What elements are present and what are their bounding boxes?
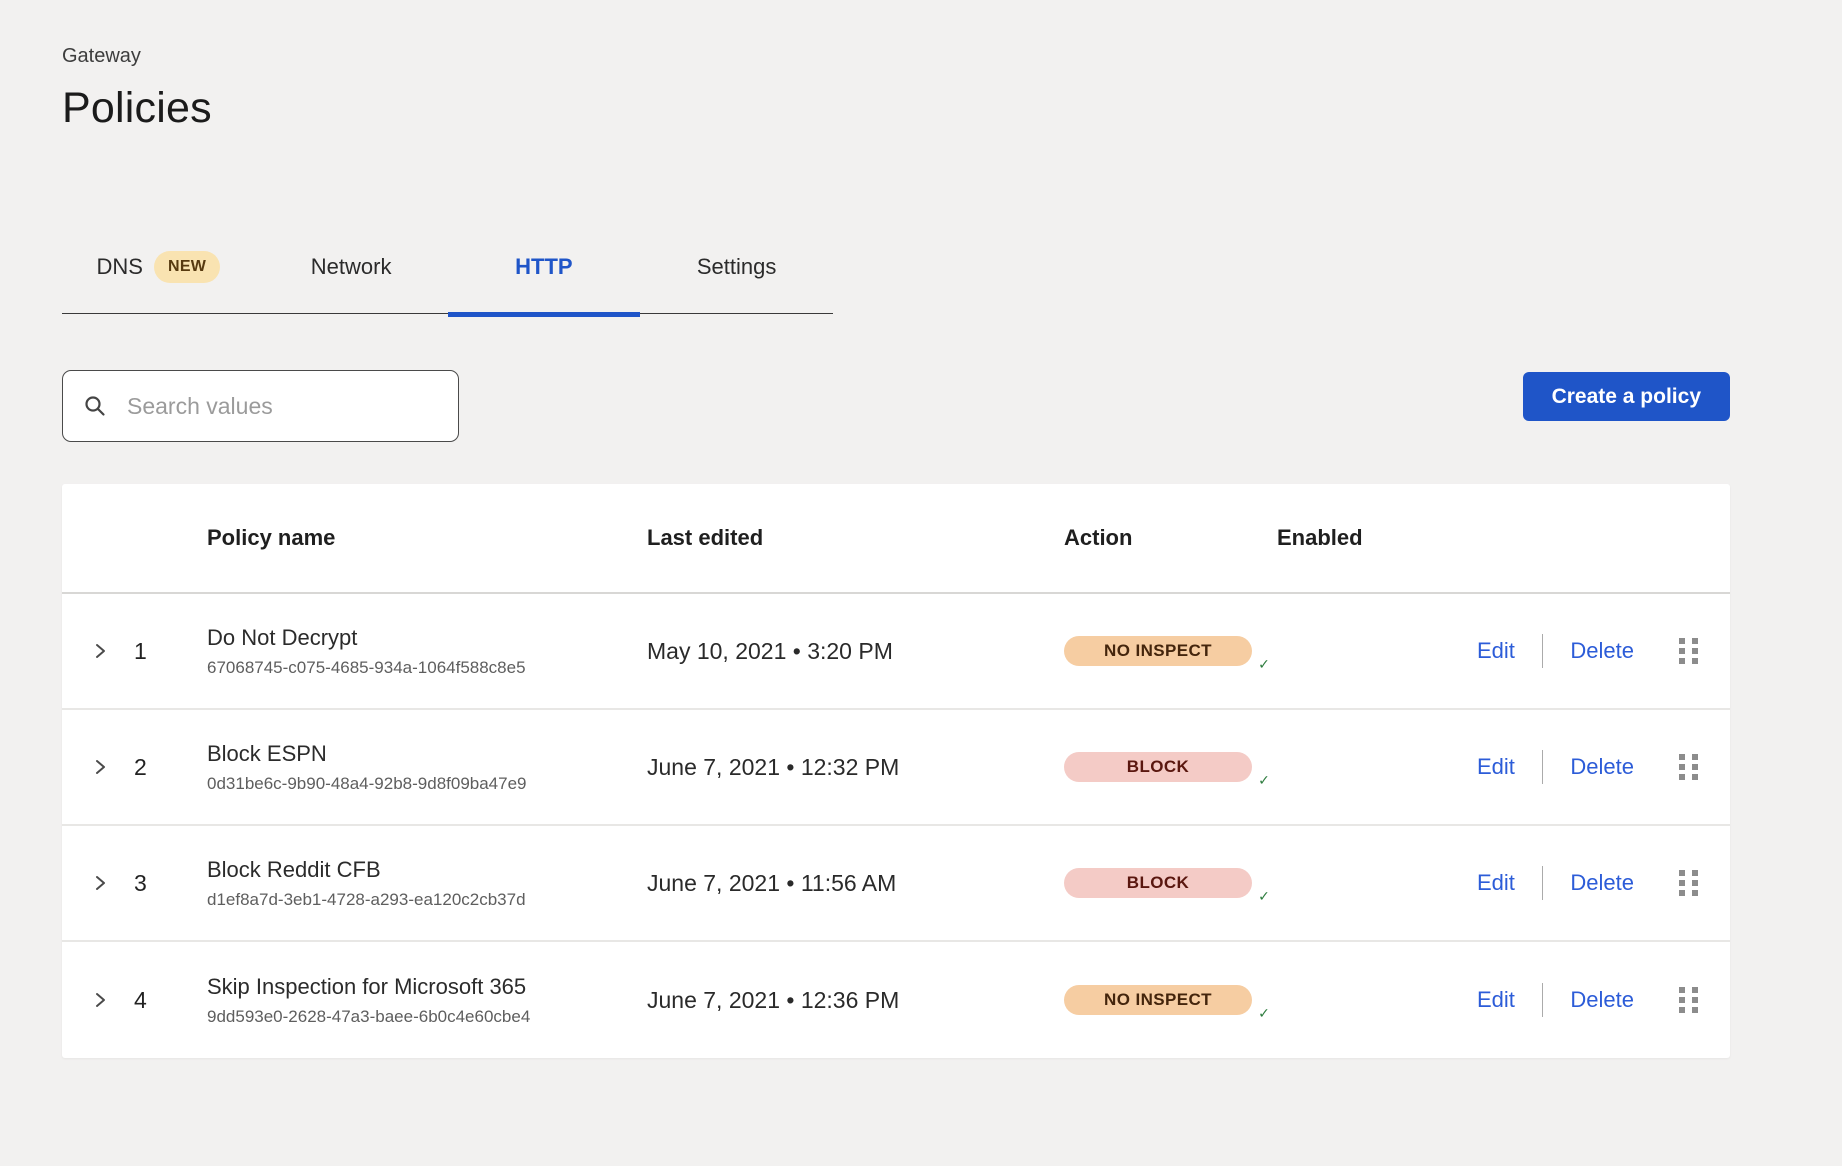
table-row: 1 Do Not Decrypt 67068745-c075-4685-934a…	[62, 594, 1730, 710]
tab-http-label: HTTP	[515, 254, 572, 280]
divider	[1542, 866, 1544, 900]
policy-uuid: d1ef8a7d-3eb1-4728-a293-ea120c2cb37d	[207, 890, 647, 910]
row-controls: Edit Delete	[1477, 750, 1700, 784]
last-edited: June 7, 2021 • 12:36 PM	[647, 987, 1064, 1014]
tab-settings-label: Settings	[697, 254, 777, 280]
search-icon	[83, 394, 107, 418]
expand-row-button[interactable]	[92, 756, 114, 778]
chevron-right-icon	[92, 758, 108, 776]
row-number: 4	[134, 987, 207, 1014]
table-row: 3 Block Reddit CFB d1ef8a7d-3eb1-4728-a2…	[62, 826, 1730, 942]
expand-row-button[interactable]	[92, 872, 114, 894]
tab-network[interactable]: Network	[255, 237, 448, 313]
check-icon: ✓	[1253, 653, 1275, 675]
column-header-policy-name: Policy name	[207, 525, 647, 551]
policy-name: Skip Inspection for Microsoft 365	[207, 974, 647, 1000]
divider	[1542, 634, 1544, 668]
row-controls: Edit Delete	[1477, 983, 1700, 1017]
edit-link[interactable]: Edit	[1477, 870, 1515, 896]
last-edited: May 10, 2021 • 3:20 PM	[647, 638, 1064, 665]
chevron-right-icon	[92, 991, 108, 1009]
column-header-action: Action	[1064, 525, 1277, 551]
policy-name: Block Reddit CFB	[207, 857, 647, 883]
policy-name-cell: Do Not Decrypt 67068745-c075-4685-934a-1…	[207, 625, 647, 678]
action-badge: NO INSPECT	[1064, 636, 1252, 666]
delete-link[interactable]: Delete	[1570, 987, 1634, 1013]
chevron-right-icon	[92, 874, 108, 892]
policy-name-cell: Skip Inspection for Microsoft 365 9dd593…	[207, 974, 647, 1027]
action-badge: BLOCK	[1064, 868, 1252, 898]
policies-table: Policy name Last edited Action Enabled 1…	[62, 484, 1730, 1058]
search-input[interactable]	[127, 393, 438, 420]
delete-link[interactable]: Delete	[1570, 638, 1634, 664]
expand-row-button[interactable]	[92, 989, 114, 1011]
breadcrumb: Gateway	[62, 45, 1730, 68]
check-icon: ✓	[1253, 885, 1275, 907]
policy-uuid: 67068745-c075-4685-934a-1064f588c8e5	[207, 658, 647, 678]
tab-settings[interactable]: Settings	[640, 237, 833, 313]
edit-link[interactable]: Edit	[1477, 638, 1515, 664]
row-controls: Edit Delete	[1477, 634, 1700, 668]
drag-handle-icon[interactable]	[1678, 986, 1700, 1014]
tab-dns[interactable]: DNS NEW	[62, 237, 255, 313]
row-controls: Edit Delete	[1477, 866, 1700, 900]
row-number: 2	[134, 754, 207, 781]
drag-handle-icon[interactable]	[1678, 869, 1700, 897]
tab-network-label: Network	[311, 254, 392, 280]
check-icon: ✓	[1253, 769, 1275, 791]
page-title: Policies	[62, 84, 1730, 133]
check-icon: ✓	[1253, 1002, 1275, 1024]
search-box[interactable]	[62, 370, 459, 442]
divider	[1542, 750, 1544, 784]
tab-http[interactable]: HTTP	[448, 237, 641, 313]
toolbar: Create a policy	[62, 370, 1730, 442]
policy-uuid: 9dd593e0-2628-47a3-baee-6b0c4e60cbe4	[207, 1007, 647, 1027]
divider	[1542, 983, 1544, 1017]
policy-name-cell: Block ESPN 0d31be6c-9b90-48a4-92b8-9d8f0…	[207, 741, 647, 794]
new-badge: NEW	[154, 251, 220, 283]
edit-link[interactable]: Edit	[1477, 754, 1515, 780]
policy-name: Block ESPN	[207, 741, 647, 767]
policy-name: Do Not Decrypt	[207, 625, 647, 651]
delete-link[interactable]: Delete	[1570, 754, 1634, 780]
edit-link[interactable]: Edit	[1477, 987, 1515, 1013]
gateway-policies-page: Gateway Policies DNS NEW Network HTTP Se…	[62, 45, 1730, 1058]
table-row: 2 Block ESPN 0d31be6c-9b90-48a4-92b8-9d8…	[62, 710, 1730, 826]
row-number: 3	[134, 870, 207, 897]
action-badge: NO INSPECT	[1064, 985, 1252, 1015]
action-badge: BLOCK	[1064, 752, 1252, 782]
column-header-last-edited: Last edited	[647, 525, 1064, 551]
drag-handle-icon[interactable]	[1678, 637, 1700, 665]
tab-dns-label: DNS	[97, 254, 143, 280]
delete-link[interactable]: Delete	[1570, 870, 1634, 896]
chevron-right-icon	[92, 642, 108, 660]
table-header-row: Policy name Last edited Action Enabled	[62, 484, 1730, 594]
create-policy-button[interactable]: Create a policy	[1523, 372, 1730, 421]
row-number: 1	[134, 638, 207, 665]
policy-uuid: 0d31be6c-9b90-48a4-92b8-9d8f09ba47e9	[207, 774, 647, 794]
last-edited: June 7, 2021 • 12:32 PM	[647, 754, 1064, 781]
expand-row-button[interactable]	[92, 640, 114, 662]
tab-bar: DNS NEW Network HTTP Settings	[62, 237, 833, 314]
policy-name-cell: Block Reddit CFB d1ef8a7d-3eb1-4728-a293…	[207, 857, 647, 910]
last-edited: June 7, 2021 • 11:56 AM	[647, 870, 1064, 897]
drag-handle-icon[interactable]	[1678, 753, 1700, 781]
column-header-enabled: Enabled	[1277, 525, 1477, 551]
table-row: 4 Skip Inspection for Microsoft 365 9dd5…	[62, 942, 1730, 1058]
